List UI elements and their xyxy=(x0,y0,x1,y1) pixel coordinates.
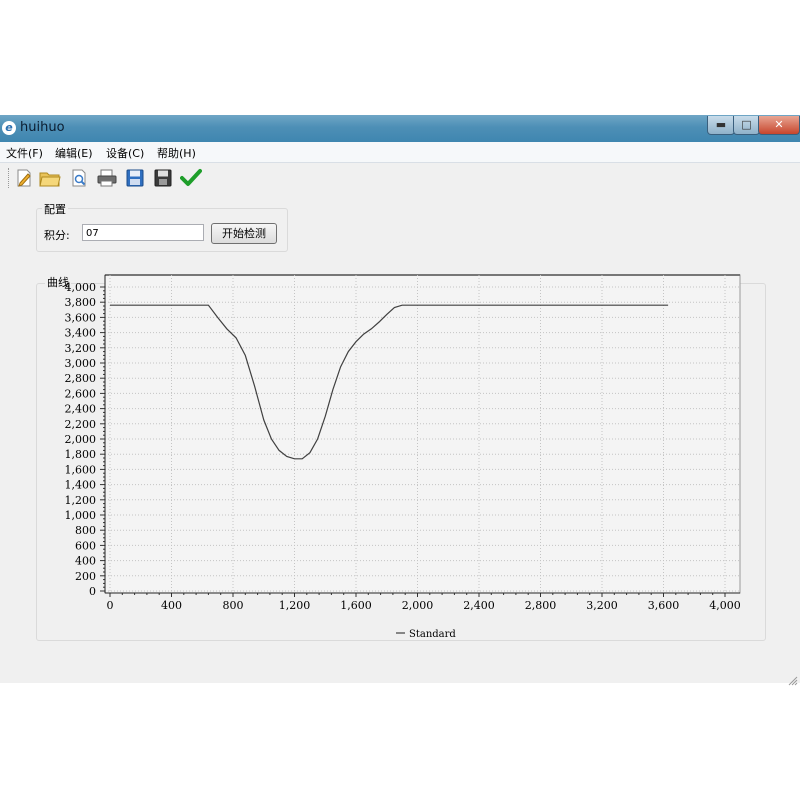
y-tick-label: 2,800 xyxy=(65,372,97,385)
x-tick-label: 800 xyxy=(223,599,244,612)
y-tick-label: 3,200 xyxy=(65,342,97,355)
line-chart: 0 400 800 1,200 1,600 2,000 2,400 2,800 3,200 3,6… xyxy=(65,274,741,640)
x-tick-label: 0 xyxy=(107,599,114,612)
y-tick-label: 2,000 xyxy=(65,433,97,446)
legend-label: Standard xyxy=(409,629,456,640)
y-tick-label: 1,000 xyxy=(65,509,97,522)
y-tick-label: 400 xyxy=(75,555,96,568)
y-tick-label: 3,400 xyxy=(65,327,97,340)
x-tick-label: 2,000 xyxy=(402,599,434,612)
y-tick-label: 4,000 xyxy=(65,281,97,294)
x-tick-label: 400 xyxy=(161,599,182,612)
plot-area xyxy=(104,274,741,594)
y-tick-label: 200 xyxy=(75,570,96,583)
x-tick-label: 2,400 xyxy=(463,599,495,612)
y-tick-label: 3,000 xyxy=(65,357,97,370)
y-tick-label: 1,600 xyxy=(65,463,97,476)
y-tick-label: 3,800 xyxy=(65,296,97,309)
x-tick-label: 4,000 xyxy=(709,599,741,612)
app-window: e huihuo ▬ □ ✕ 文件(F) 编辑(E) 设备(C) 帮助(H) 配… xyxy=(0,115,800,686)
x-tick-label: 3,200 xyxy=(586,599,618,612)
x-tick-label: 1,600 xyxy=(340,599,372,612)
y-tick-label: 2,200 xyxy=(65,418,97,431)
x-tick-label: 1,200 xyxy=(279,599,311,612)
x-tick-label: 2,800 xyxy=(525,599,557,612)
y-tick-label: 800 xyxy=(75,524,96,537)
y-tick-label: 1,400 xyxy=(65,479,97,492)
y-tick-label: 2,600 xyxy=(65,387,97,400)
chart-container: 0 400 800 1,200 1,600 2,000 2,400 2,800 3,200 3,6… xyxy=(0,115,800,683)
y-tick-label: 600 xyxy=(75,539,96,552)
x-tick-label: 3,600 xyxy=(648,599,680,612)
resize-grip[interactable] xyxy=(788,671,798,686)
y-tick-label: 1,800 xyxy=(65,448,97,461)
y-tick-label: 3,600 xyxy=(65,311,97,324)
y-tick-label: 1,200 xyxy=(65,494,97,507)
y-tick-label: 2,400 xyxy=(65,403,97,416)
y-tick-label: 0 xyxy=(89,585,96,598)
